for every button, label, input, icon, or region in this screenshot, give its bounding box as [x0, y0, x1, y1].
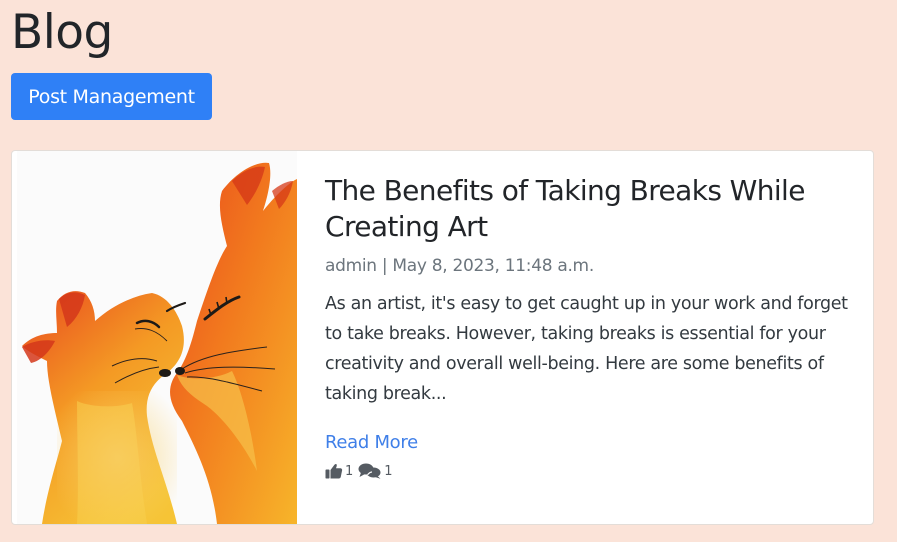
- post-card: The Benefits of Taking Breaks While Crea…: [11, 150, 874, 525]
- post-title[interactable]: The Benefits of Taking Breaks While Crea…: [325, 173, 855, 245]
- likes-count: 1: [345, 463, 354, 479]
- blog-page: Blog Post Management The Benefits of Tak…: [0, 0, 897, 542]
- likes-stat[interactable]: 1: [325, 463, 353, 479]
- post-excerpt: As an artist, it's easy to get caught up…: [325, 294, 848, 404]
- page-title: Blog: [11, 5, 113, 60]
- post-card-body: The Benefits of Taking Breaks While Crea…: [325, 173, 855, 481]
- post-management-button[interactable]: Post Management: [11, 73, 212, 120]
- thumbs-up-icon: [325, 464, 343, 479]
- post-thumbnail[interactable]: [17, 151, 297, 524]
- comments-icon: [358, 463, 381, 479]
- comments-stat[interactable]: 1: [358, 463, 393, 479]
- post-meta: admin | May 8, 2023, 11:48 a.m.: [325, 256, 594, 276]
- comments-count: 1: [384, 463, 393, 479]
- read-more-link[interactable]: Read More: [325, 431, 418, 455]
- post-stats: 1 1: [325, 461, 855, 481]
